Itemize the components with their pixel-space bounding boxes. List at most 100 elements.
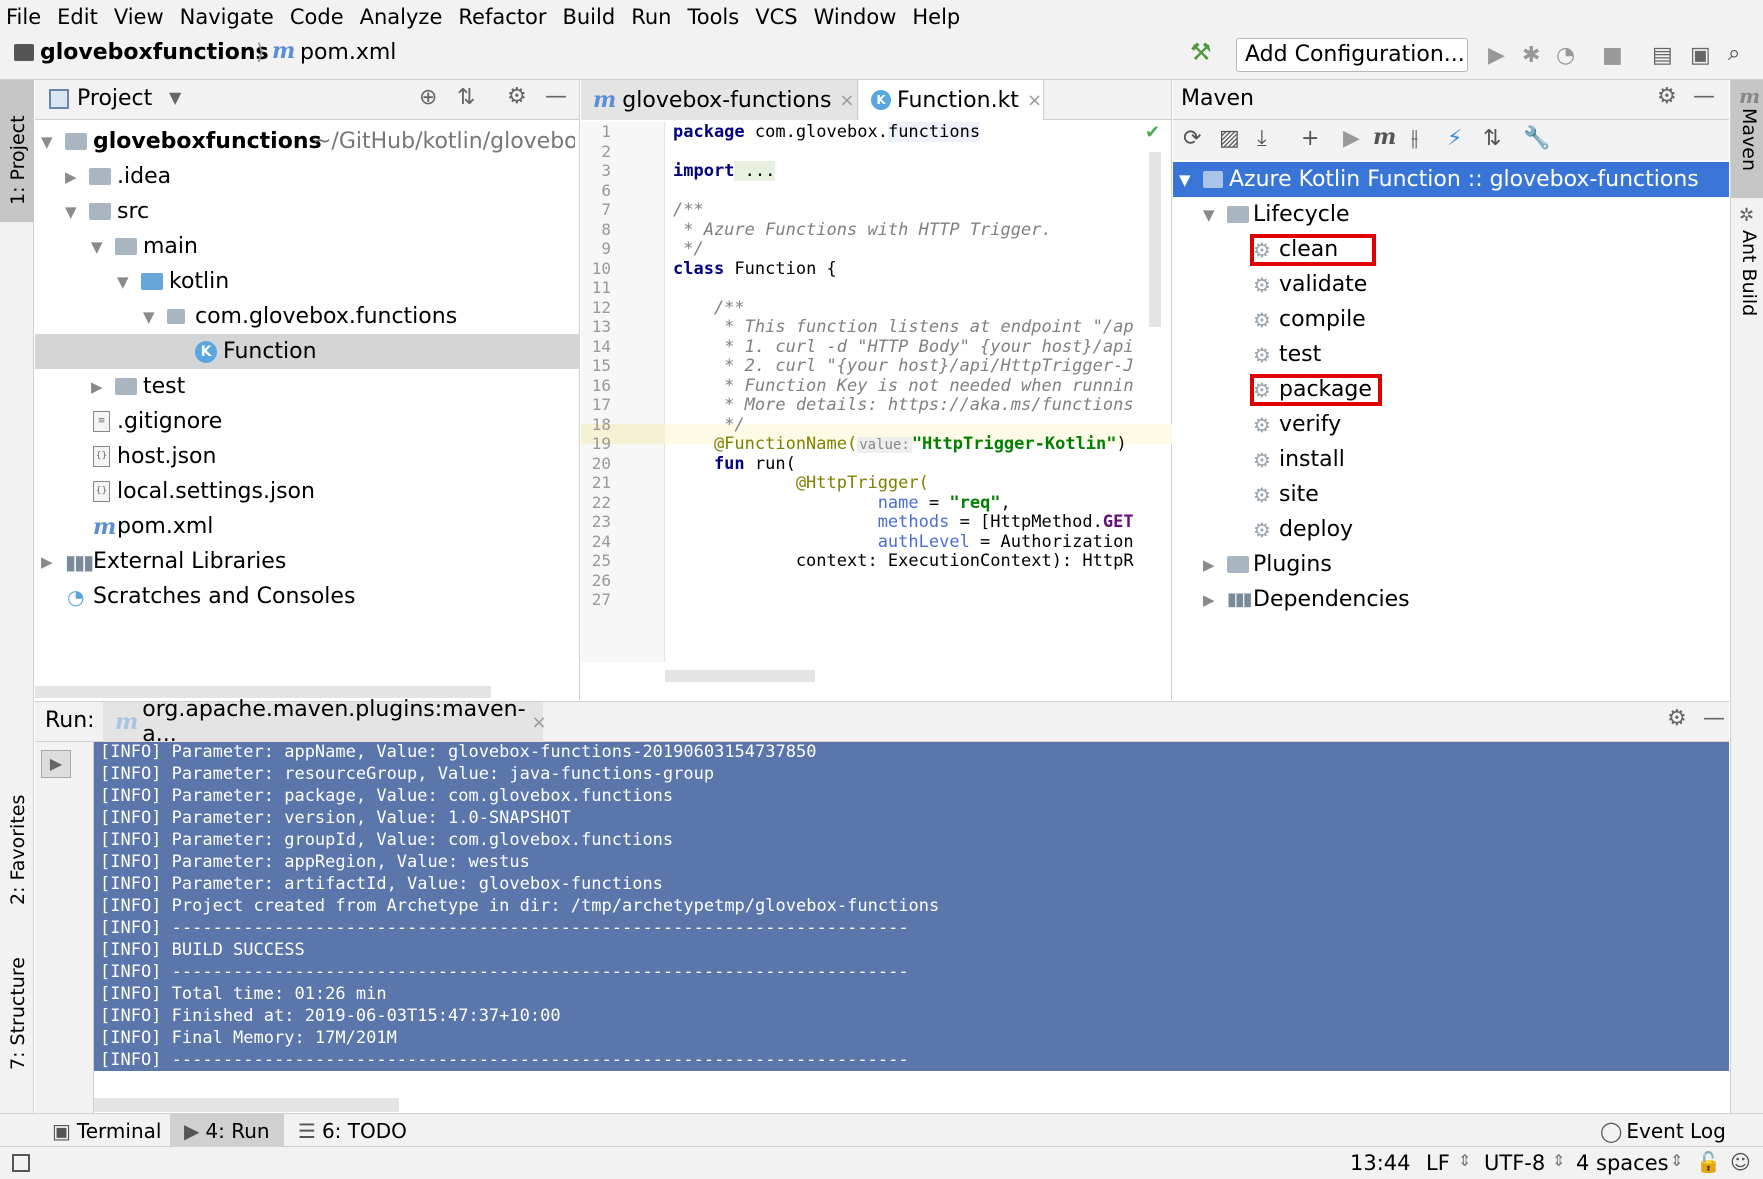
skip-tests-icon[interactable]: ⚡ bbox=[1447, 128, 1462, 150]
maven-lifecycle-row[interactable]: ▼ Lifecycle bbox=[1173, 197, 1729, 232]
search-icon[interactable]: ⌕ bbox=[1728, 43, 1740, 65]
toggle-offline-icon[interactable]: ⫲ bbox=[1411, 128, 1418, 150]
event-log-tab[interactable]: ◯ Event Log bbox=[1586, 1114, 1740, 1147]
locate-file-icon[interactable]: ⊕ bbox=[419, 85, 437, 110]
menu-navigate[interactable]: Navigate bbox=[180, 5, 274, 29]
wrench-icon[interactable]: 🔧 bbox=[1523, 128, 1550, 150]
maven-goal-compile[interactable]: ⚙ compile bbox=[1173, 302, 1729, 337]
close-icon[interactable]: × bbox=[839, 90, 854, 111]
menu-tools[interactable]: Tools bbox=[687, 5, 739, 29]
ant-build-strip-tab[interactable]: Ant Build bbox=[1738, 230, 1760, 316]
stop-icon[interactable]: ■ bbox=[1602, 45, 1623, 67]
caret-position[interactable]: 13:44 bbox=[1350, 1151, 1411, 1175]
vertical-scrollbar[interactable] bbox=[1149, 152, 1161, 327]
build-hammer-icon[interactable]: ⚒ bbox=[1190, 38, 1212, 66]
tool-windows-icon[interactable] bbox=[12, 1154, 30, 1172]
tree-row-function[interactable]: K Function bbox=[35, 334, 580, 369]
menu-edit[interactable]: Edit bbox=[57, 5, 98, 29]
run-icon[interactable]: ▶ bbox=[1488, 45, 1505, 67]
menu-file[interactable]: File bbox=[6, 5, 41, 29]
menu-run[interactable]: Run bbox=[631, 5, 671, 29]
tree-row-external-libraries[interactable]: ▶ ▮▮▮ External Libraries bbox=[35, 544, 580, 579]
close-icon[interactable]: × bbox=[1027, 90, 1042, 111]
run-maven-icon[interactable]: ▶ bbox=[1343, 128, 1360, 150]
terminal-tab[interactable]: ▣ Terminal bbox=[38, 1114, 175, 1147]
favorites-strip-tab[interactable]: 2: Favorites bbox=[7, 795, 29, 905]
line-separator[interactable]: LF bbox=[1426, 1151, 1450, 1175]
maven-root-row[interactable]: ▼ Azure Kotlin Function :: glovebox-func… bbox=[1173, 162, 1729, 197]
inspector-icon[interactable]: ☺ bbox=[1730, 1150, 1751, 1174]
tab-function-kt[interactable]: K Function.kt × bbox=[859, 80, 1044, 120]
menu-view[interactable]: View bbox=[114, 5, 164, 29]
horizontal-scrollbar[interactable] bbox=[94, 1098, 399, 1112]
indent-setting[interactable]: 4 spaces bbox=[1576, 1151, 1669, 1175]
run-tab-bottom[interactable]: ▶ 4: Run bbox=[170, 1114, 284, 1147]
maven-goal-site[interactable]: ⚙ site bbox=[1173, 477, 1729, 512]
gear-icon[interactable]: ⚙ bbox=[507, 84, 527, 109]
structure-strip-tab[interactable]: 7: Structure bbox=[7, 957, 29, 1070]
todo-tab[interactable]: ☰ 6: TODO bbox=[284, 1114, 421, 1147]
gear-icon[interactable]: ⚙ bbox=[1657, 84, 1677, 109]
menu-help[interactable]: Help bbox=[912, 5, 960, 29]
maven-goal-test[interactable]: ⚙ test bbox=[1173, 337, 1729, 372]
code-area[interactable]: 1 2 3 6 7 8 9 10 11 12 13 14 15 16 17 18… bbox=[581, 122, 1172, 662]
maven-goal-verify[interactable]: ⚙ verify bbox=[1173, 407, 1729, 442]
breadcrumb-file[interactable]: pom.xml bbox=[300, 40, 396, 65]
collapse-all-icon[interactable]: ⇅ bbox=[1483, 128, 1501, 150]
generate-sources-icon[interactable]: ▨ bbox=[1219, 128, 1240, 150]
tree-row-gitignore[interactable]: ≡ .gitignore bbox=[35, 404, 580, 439]
add-icon[interactable]: + bbox=[1301, 128, 1319, 150]
add-configuration-button[interactable]: Add Configuration... bbox=[1236, 38, 1468, 72]
coverage-icon[interactable]: ◔ bbox=[1556, 45, 1575, 67]
tree-row-src[interactable]: ▼ src bbox=[35, 194, 580, 229]
file-encoding[interactable]: UTF-8 bbox=[1484, 1151, 1545, 1175]
menu-build[interactable]: Build bbox=[562, 5, 615, 29]
maven-goal-validate[interactable]: ⚙ validate bbox=[1173, 267, 1729, 302]
menu-vcs[interactable]: VCS bbox=[755, 5, 797, 29]
close-icon[interactable]: × bbox=[532, 712, 547, 733]
tree-row-kotlin[interactable]: ▼ kotlin bbox=[35, 264, 580, 299]
tree-row-local-settings[interactable]: {} local.settings.json bbox=[35, 474, 580, 509]
horizontal-scrollbar[interactable] bbox=[665, 670, 815, 682]
tree-row-idea[interactable]: ▶ .idea bbox=[35, 159, 580, 194]
reload-icon[interactable]: ⟳ bbox=[1183, 128, 1201, 150]
lock-icon[interactable]: 🔓 bbox=[1696, 1150, 1721, 1174]
hide-panel-icon[interactable]: — bbox=[1693, 84, 1715, 109]
line-number: 1 bbox=[601, 122, 611, 141]
console-line: [INFO] ---------------------------------… bbox=[100, 918, 909, 938]
maven-strip-tab[interactable]: Maven bbox=[1738, 108, 1760, 171]
collapse-all-icon[interactable]: ⇅ bbox=[457, 85, 475, 110]
tree-row-root[interactable]: ▼ gloveboxfunctions ~/GitHub/kotlin/glov… bbox=[35, 124, 580, 159]
tree-row-host-json[interactable]: {} host.json bbox=[35, 439, 580, 474]
hide-panel-icon[interactable]: — bbox=[545, 84, 567, 109]
tree-row-test[interactable]: ▶ test bbox=[35, 369, 580, 404]
maven-dependencies-row[interactable]: ▶ ▮▮▮ Dependencies bbox=[1173, 582, 1729, 617]
frame-icon[interactable]: ▣ bbox=[1690, 45, 1711, 67]
restore-layout-icon[interactable]: ▶ bbox=[41, 750, 71, 778]
execute-goal-icon[interactable]: m bbox=[1373, 126, 1396, 148]
chevron-down-icon[interactable]: ▼ bbox=[169, 88, 181, 107]
menu-analyze[interactable]: Analyze bbox=[360, 5, 443, 29]
maven-goal-deploy[interactable]: ⚙ deploy bbox=[1173, 512, 1729, 547]
tab-glovebox-functions[interactable]: m glovebox-functions × bbox=[581, 80, 858, 120]
project-panel-title[interactable]: Project bbox=[77, 86, 152, 111]
menu-code[interactable]: Code bbox=[290, 5, 344, 29]
tree-row-package[interactable]: ▼ com.glovebox.functions bbox=[35, 299, 580, 334]
maven-plugins-row[interactable]: ▶ Plugins bbox=[1173, 547, 1729, 582]
maven-goal-install[interactable]: ⚙ install bbox=[1173, 442, 1729, 477]
hide-panel-icon[interactable]: — bbox=[1703, 706, 1725, 731]
tree-row-scratches[interactable]: ◔ Scratches and Consoles bbox=[35, 579, 580, 614]
menu-refactor[interactable]: Refactor bbox=[458, 5, 546, 29]
debug-icon[interactable]: ✱ bbox=[1522, 45, 1540, 67]
menu-window[interactable]: Window bbox=[814, 5, 897, 29]
tree-row-pom[interactable]: m pom.xml bbox=[35, 509, 580, 544]
console-output[interactable]: [INFO] Parameter: appName, Value: gloveb… bbox=[94, 742, 1729, 1072]
tree-row-main[interactable]: ▼ main bbox=[35, 229, 580, 264]
download-icon[interactable]: ⤓ bbox=[1257, 128, 1267, 150]
gear-icon[interactable]: ⚙ bbox=[1667, 706, 1687, 731]
project-structure-icon[interactable]: ▤ bbox=[1652, 45, 1673, 67]
project-strip-tab[interactable]: 1: Project bbox=[7, 115, 29, 205]
run-tab[interactable]: m org.apache.maven.plugins:maven-a... × bbox=[103, 697, 547, 747]
breadcrumb-project[interactable]: gloveboxfunctions bbox=[40, 40, 269, 65]
inspection-ok-check-icon[interactable]: ✔ bbox=[1145, 122, 1160, 143]
